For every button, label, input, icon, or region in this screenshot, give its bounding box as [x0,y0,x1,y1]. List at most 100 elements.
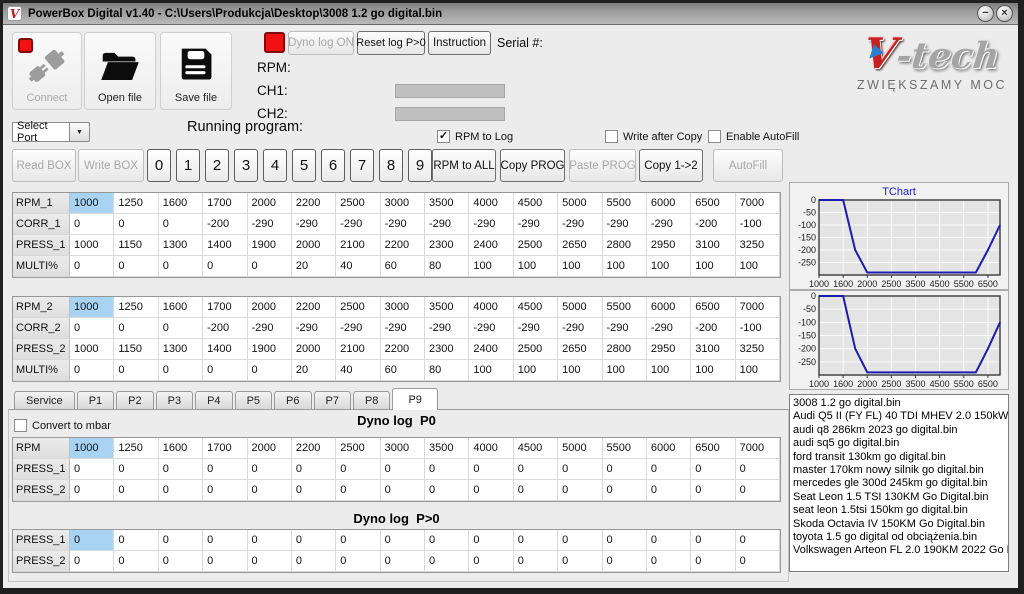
grid-cell[interactable]: 5000 [558,297,602,318]
grid-cell[interactable]: 20 [292,360,336,381]
grid-cell[interactable]: 0 [558,459,602,480]
digit-button-8[interactable]: 8 [379,149,403,182]
grid-cell[interactable]: 100 [514,360,558,381]
grid-cell[interactable]: 6000 [647,438,691,459]
grid-cell[interactable]: 0 [159,214,203,235]
connect-button[interactable]: Connect [12,32,82,110]
grid-cell[interactable]: 100 [736,256,780,277]
grid-cell[interactable]: 1600 [159,193,203,214]
grid-cell[interactable]: 2500 [336,438,380,459]
grid-cell[interactable]: 4500 [514,438,558,459]
rpm-to-all-button[interactable]: RPM to ALL [432,149,496,182]
grid-cell[interactable]: 100 [603,360,647,381]
save-file-button[interactable]: Save file [160,32,232,110]
file-item[interactable]: Skoda Octavia IV 150KM Go Digital.bin [793,518,1008,531]
grid-cell[interactable]: 40 [336,360,380,381]
tab-p3[interactable]: P3 [156,391,193,410]
grid-cell[interactable]: 2300 [425,339,469,360]
grid-cell[interactable]: -290 [514,318,558,339]
grid-cell[interactable]: -200 [691,214,735,235]
grid-cell[interactable]: 2500 [336,297,380,318]
autofill-button[interactable]: AutoFill [713,149,783,182]
grid-cell[interactable]: -290 [292,318,336,339]
grid-cell[interactable]: 0 [114,214,158,235]
grid-cell[interactable]: 0 [159,318,203,339]
grid-cell[interactable]: 1000 [70,193,114,214]
reset-log-button[interactable]: Reset log P>0 [357,31,425,55]
grid-cell[interactable]: 0 [292,551,336,572]
grid-cell[interactable]: 5500 [603,297,647,318]
tab-p5[interactable]: P5 [235,391,272,410]
grid-cell[interactable]: 3500 [425,193,469,214]
grid-cell[interactable]: 100 [647,256,691,277]
grid-cell[interactable]: 0 [114,318,158,339]
grid-cell[interactable]: 1250 [114,297,158,318]
grid-cell[interactable]: 0 [336,480,380,501]
grid-cell[interactable]: 6500 [691,297,735,318]
grid-cell[interactable]: 0 [603,459,647,480]
file-item[interactable]: seat leon 1.5tsi 150km go digital.bin [793,504,1008,517]
grid-cell[interactable]: 0 [70,530,114,551]
grid-cell[interactable]: 2500 [514,339,558,360]
file-item[interactable]: audi sq5 go digital.bin [793,437,1008,450]
grid-cell[interactable]: 0 [248,360,292,381]
grid-cell[interactable]: 0 [70,360,114,381]
file-item[interactable]: ford transit 130km go digital.bin [793,451,1008,464]
grid-cell[interactable]: 0 [203,360,247,381]
grid-cell[interactable]: 0 [691,530,735,551]
grid-cell[interactable]: 2000 [292,339,336,360]
grid-cell[interactable]: 2200 [381,235,425,256]
grid-cell[interactable]: 6000 [647,193,691,214]
select-port-combo[interactable]: Select Port ▼ [12,122,90,142]
grid-cell[interactable]: 0 [114,551,158,572]
grid-cell[interactable]: 2950 [647,339,691,360]
grid-cell[interactable]: 100 [691,256,735,277]
grid-cell[interactable]: 6000 [647,297,691,318]
grid-cell[interactable]: 1250 [114,438,158,459]
grid-cell[interactable]: 0 [292,459,336,480]
file-item[interactable]: master 170km nowy silnik go digital.bin [793,464,1008,477]
grid-cell[interactable]: 0 [558,530,602,551]
grid-cell[interactable]: 0 [248,551,292,572]
grid-cell[interactable]: 0 [203,530,247,551]
grid-cell[interactable]: 2200 [292,193,336,214]
grid-cell[interactable]: 1700 [203,438,247,459]
digit-button-2[interactable]: 2 [205,149,229,182]
grid-cell[interactable]: 2500 [514,235,558,256]
grid-cell[interactable]: 0 [159,480,203,501]
grid-cell[interactable]: 60 [381,256,425,277]
grid-cell[interactable]: 1000 [70,339,114,360]
grid-cell[interactable]: 0 [159,530,203,551]
grid-cell[interactable]: 1600 [159,297,203,318]
grid-cell[interactable]: 5500 [603,438,647,459]
grid-cell[interactable]: 0 [203,551,247,572]
grid-cell[interactable]: -290 [514,214,558,235]
grid-cell[interactable]: 0 [70,480,114,501]
grid-cell[interactable]: -290 [603,214,647,235]
grid-cell[interactable]: 0 [70,318,114,339]
file-item[interactable]: mercedes gle 300d 245km go digital.bin [793,477,1008,490]
grid-cell[interactable]: 5000 [558,193,602,214]
grid-cell[interactable]: 1300 [159,339,203,360]
grid-cell[interactable]: -290 [248,214,292,235]
grid-cell[interactable]: 100 [736,360,780,381]
file-item[interactable]: Seat Leon 1.5 TSI 130KM Go Digital.bin [793,491,1008,504]
grid-cell[interactable]: 100 [469,360,513,381]
grid-cell[interactable]: 0 [203,459,247,480]
grid-cell[interactable]: 2500 [336,193,380,214]
grid-cell[interactable]: 0 [736,530,780,551]
grid-cell[interactable]: 1700 [203,297,247,318]
grid-cell[interactable]: 0 [114,480,158,501]
grid-cell[interactable]: 1400 [203,235,247,256]
digit-button-6[interactable]: 6 [321,149,345,182]
grid-cell[interactable]: 3000 [381,438,425,459]
close-button[interactable]: × [996,5,1013,22]
digit-button-7[interactable]: 7 [350,149,374,182]
grid-cell[interactable]: 0 [114,360,158,381]
grid-cell[interactable]: 0 [514,530,558,551]
grid-cell[interactable]: 0 [691,551,735,572]
grid-cell[interactable]: -200 [203,214,247,235]
grid-cell[interactable]: 1900 [248,339,292,360]
grid-cell[interactable]: -290 [248,318,292,339]
grid-cell[interactable]: 4000 [469,297,513,318]
